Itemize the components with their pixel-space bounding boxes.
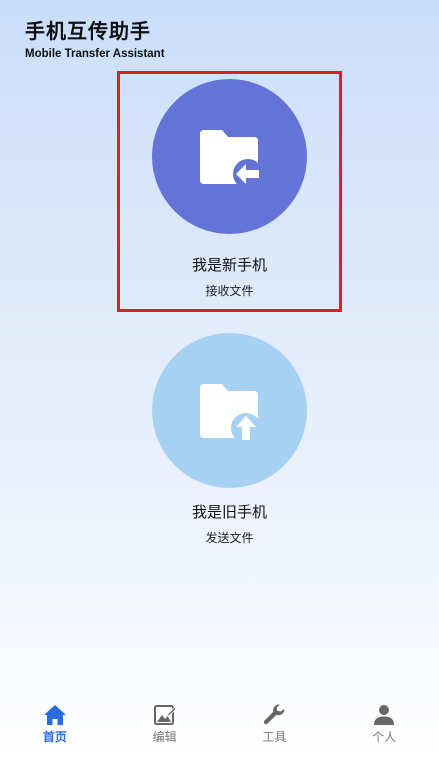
tab-profile[interactable]: 个人 (329, 693, 439, 759)
tab-home-label: 首页 (42, 730, 67, 744)
tab-tools-label: 工具 (262, 730, 287, 744)
folder-upload-icon (199, 383, 261, 440)
new-phone-circle-button[interactable] (152, 79, 307, 234)
tab-profile-label: 个人 (372, 730, 397, 744)
wrench-icon (264, 704, 285, 725)
person-icon (374, 705, 395, 725)
edit-image-icon (153, 705, 177, 725)
app-title: 手机互传助手 (25, 19, 151, 43)
app-subtitle: Mobile Transfer Assistant (25, 48, 165, 60)
bottom-tab-bar: 首页 编辑 工具 个人 (0, 693, 439, 759)
old-phone-card[interactable]: 我是旧手机 发送文件 (117, 333, 342, 563)
send-files-label: 发送文件 (205, 531, 254, 545)
receive-files-label: 接收文件 (205, 284, 254, 298)
tab-tools[interactable]: 工具 (220, 693, 330, 759)
home-icon (43, 705, 66, 725)
new-phone-card[interactable]: 我是新手机 接收文件 (117, 71, 342, 312)
tab-edit[interactable]: 编辑 (110, 693, 220, 759)
tab-edit-label: 编辑 (152, 730, 177, 744)
new-phone-label: 我是新手机 (191, 256, 267, 274)
folder-receive-icon (199, 129, 262, 186)
old-phone-circle-button[interactable] (152, 333, 307, 488)
tab-home[interactable]: 首页 (0, 693, 110, 759)
app-header: 手机互传助手 Mobile Transfer Assistant (25, 18, 165, 62)
old-phone-label: 我是旧手机 (191, 503, 267, 521)
